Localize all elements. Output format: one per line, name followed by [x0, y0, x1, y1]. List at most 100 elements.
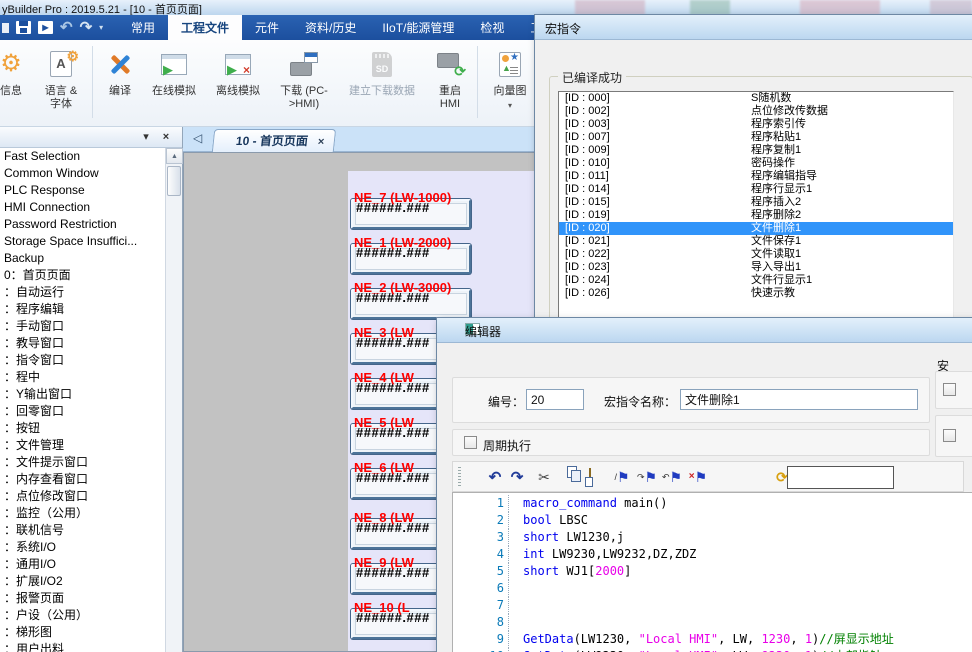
tree-item[interactable]: Backup: [0, 250, 166, 267]
tree-item[interactable]: Fast Selection: [0, 148, 166, 165]
chevron-down-icon[interactable]: ▾: [508, 99, 512, 112]
tree-item[interactable]: ：程中: [0, 369, 166, 386]
paste-icon[interactable]: [579, 466, 601, 488]
tree-item[interactable]: ：教导窗口: [0, 335, 166, 352]
panel-menu-icon[interactable]: ▾: [138, 130, 154, 145]
macro-list-row[interactable]: [ID : 011]程序编辑指导: [559, 170, 953, 183]
tree-item[interactable]: Password Restriction: [0, 216, 166, 233]
ribbon-tab[interactable]: 工程文件: [168, 15, 242, 40]
tree-item[interactable]: ：内存查看窗口: [0, 471, 166, 488]
tree-item[interactable]: ：梯形图: [0, 624, 166, 641]
redo-icon[interactable]: ↷: [506, 466, 528, 488]
customize-quick-access-icon[interactable]: ▾: [99, 23, 103, 32]
macro-number-input[interactable]: [526, 389, 584, 410]
macro-name-input[interactable]: [680, 389, 918, 410]
copy-icon[interactable]: [556, 466, 578, 488]
tree-item[interactable]: PLC Response: [0, 182, 166, 199]
scrollbar-up-icon[interactable]: ▲: [166, 148, 183, 164]
tab-close-icon[interactable]: ×: [317, 136, 325, 148]
bookmark-add-icon[interactable]: /⚑: [611, 466, 633, 488]
toolbar-grip[interactable]: [458, 467, 461, 487]
macro-list-row[interactable]: [ID : 010]密码操作: [559, 157, 953, 170]
editor-dialog-titlebar[interactable]: 编辑器: [437, 318, 972, 343]
macro-list-row[interactable]: [ID : 015]程序插入2: [559, 196, 953, 209]
save-icon[interactable]: [16, 21, 31, 34]
tree-item[interactable]: HMI Connection: [0, 199, 166, 216]
macro-list-row[interactable]: [ID : 026]快速示教: [559, 287, 953, 300]
tree-item[interactable]: ：报警页面: [0, 590, 166, 607]
tab-home-page[interactable]: 10 - 首页页面×: [212, 129, 337, 152]
tree-item[interactable]: ：回零窗口: [0, 403, 166, 420]
tree-item[interactable]: ：扩展I/O2: [0, 573, 166, 590]
outdent-icon[interactable]: [719, 466, 741, 488]
macro-list-row[interactable]: [ID : 002]点位修改传数据: [559, 105, 953, 118]
tree-item[interactable]: ：系统I/O: [0, 539, 166, 556]
tree-item[interactable]: ：自动运行: [0, 284, 166, 301]
info-button[interactable]: ⚙ 信息: [0, 40, 34, 98]
security-group-1: [935, 371, 972, 409]
online-simulation-button[interactable]: ▶ 在线模拟: [143, 40, 205, 98]
tree-item[interactable]: ：指令窗口: [0, 352, 166, 369]
macro-list-row[interactable]: [ID : 003]程序索引传: [559, 118, 953, 131]
macro-list[interactable]: [ID : 000]S随机数[ID : 002]点位修改传数据[ID : 003…: [558, 91, 954, 327]
tree-item[interactable]: ：程序编辑: [0, 301, 166, 318]
tree-item[interactable]: ：监控（公用）: [0, 505, 166, 522]
panel-close-icon[interactable]: ×: [158, 130, 174, 145]
tree-item[interactable]: ：联机信号: [0, 522, 166, 539]
bookmark-clear-icon[interactable]: ×⚑: [687, 466, 709, 488]
vector-graphics-button[interactable]: ★▲ 向量图 ▾: [482, 40, 538, 112]
tree-item[interactable]: ：文件提示窗口: [0, 454, 166, 471]
tree-item[interactable]: Storage Space Insuffici...: [0, 233, 166, 250]
macro-list-row[interactable]: [ID : 023]导入导出1: [559, 261, 953, 274]
macro-list-row[interactable]: [ID : 007]程序粘贴1: [559, 131, 953, 144]
tab-scroll-left-icon[interactable]: ◁: [193, 131, 202, 145]
language-font-button[interactable]: A⚙ 语言 & 字体: [34, 40, 88, 111]
undo-icon[interactable]: ↶: [484, 466, 506, 488]
export-icon[interactable]: ▶: [38, 21, 53, 34]
tree-item[interactable]: 0：首页页面: [0, 267, 166, 284]
macro-list-row[interactable]: [ID : 024]文件行显示1: [559, 274, 953, 287]
compile-button[interactable]: 编译: [97, 40, 143, 98]
macro-dialog-titlebar[interactable]: 宏指令: [535, 15, 972, 40]
security-checkbox-1[interactable]: [943, 383, 956, 396]
macro-list-row[interactable]: [ID : 022]文件读取1: [559, 248, 953, 261]
macro-list-row[interactable]: [ID : 019]程序删除2: [559, 209, 953, 222]
offline-simulation-button[interactable]: ▶× 离线模拟: [205, 40, 271, 98]
tree-item[interactable]: ：Y输出窗口: [0, 386, 166, 403]
cut-icon[interactable]: ✂: [533, 466, 555, 488]
redo-icon[interactable]: ↷: [80, 16, 93, 39]
macro-list-row[interactable]: [ID : 021]文件保存1: [559, 235, 953, 248]
tree-item[interactable]: ：点位修改窗口: [0, 488, 166, 505]
ribbon-tab[interactable]: 元件: [242, 15, 292, 40]
bookmark-next-icon[interactable]: ↷⚑: [636, 466, 658, 488]
tree-item[interactable]: Common Window: [0, 165, 166, 182]
search-input[interactable]: [787, 466, 894, 489]
macro-list-row[interactable]: [ID : 020]文件删除1: [559, 222, 953, 235]
tree-item[interactable]: ：手动窗口: [0, 318, 166, 335]
scrollbar-thumb[interactable]: [167, 166, 181, 196]
code-editor[interactable]: 1macro_command main()2bool LBSC3short LW…: [452, 492, 972, 652]
tree-item[interactable]: ：文件管理: [0, 437, 166, 454]
ribbon-tab[interactable]: 检视: [467, 15, 517, 40]
macro-list-row[interactable]: [ID : 014]程序行显示1: [559, 183, 953, 196]
editor-dialog: 编辑器 编号： 宏指令名称： 安 周期执行 ↶↷✂/⚑↷⚑↶⚑×⚑⟳ 1macr…: [437, 318, 972, 652]
undo-icon[interactable]: ↶: [60, 16, 73, 39]
security-checkbox-2[interactable]: [943, 429, 956, 442]
macro-list-row[interactable]: [ID : 009]程序复制1: [559, 144, 953, 157]
macro-list-row[interactable]: [ID : 000]S随机数: [559, 92, 953, 105]
ribbon-tab[interactable]: IIoT/能源管理: [369, 15, 467, 40]
restart-hmi-button[interactable]: ⟳ 重启 HMI: [427, 40, 473, 111]
tree-item[interactable]: ：户设（公用）: [0, 607, 166, 624]
ribbon-separator: [92, 46, 93, 118]
indent-icon[interactable]: [744, 466, 766, 488]
tree-item[interactable]: ：通用I/O: [0, 556, 166, 573]
tree-scrollbar[interactable]: ▲: [165, 148, 182, 652]
tree-item[interactable]: ：用户出料: [0, 641, 166, 652]
bookmark-prev-icon[interactable]: ↶⚑: [661, 466, 683, 488]
download-button[interactable]: 下载 (PC- >HMI): [271, 40, 337, 111]
tree-item[interactable]: ：按钮: [0, 420, 166, 437]
macro-name-label: 宏指令名称：: [604, 393, 676, 410]
periodic-checkbox[interactable]: [464, 436, 477, 449]
ribbon-tab[interactable]: 资料/历史: [292, 15, 369, 40]
ribbon-tab[interactable]: 常用: [118, 15, 168, 40]
